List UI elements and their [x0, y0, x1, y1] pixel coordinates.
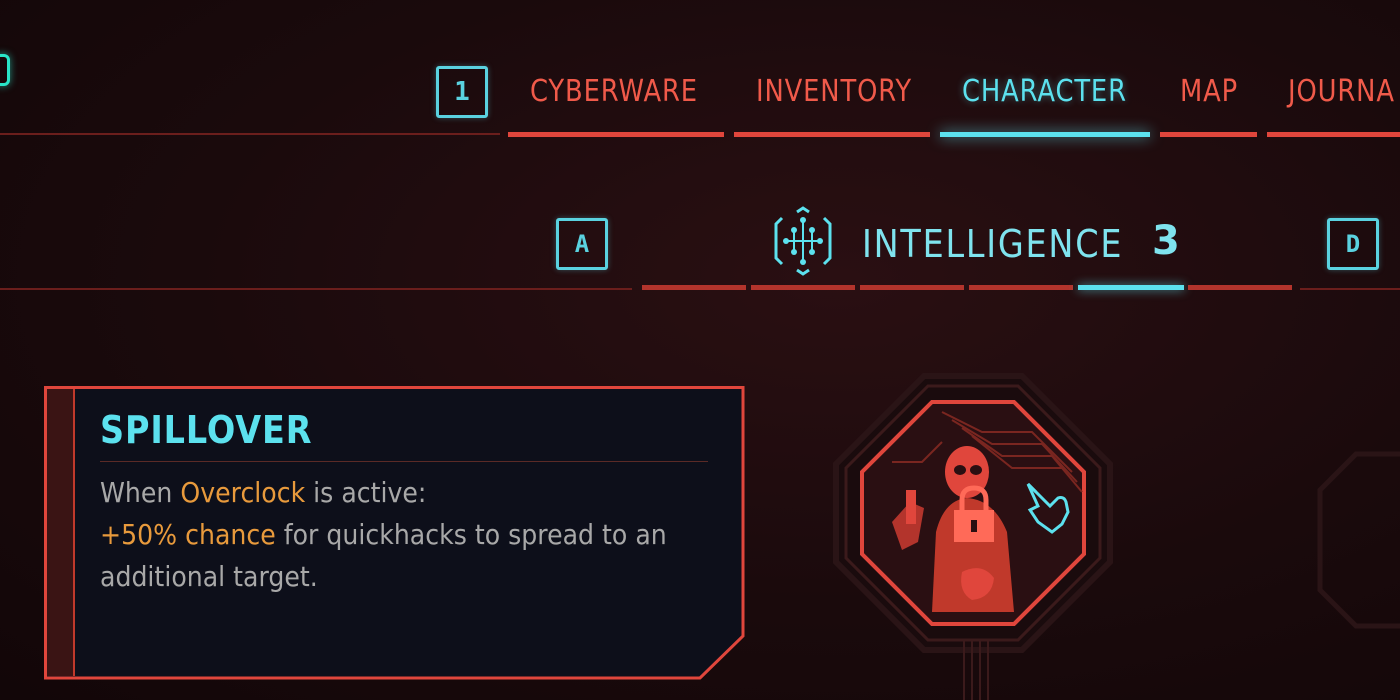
attribute-divider-line-right — [1300, 288, 1400, 290]
perk-desc-text: When — [100, 476, 181, 509]
tab-switch-key[interactable]: 1 — [436, 66, 488, 118]
tab-inventory-underline — [734, 132, 930, 137]
intelligence-circuit-icon — [774, 206, 832, 276]
perk-title: SPILLOVER — [100, 408, 313, 452]
attribute-name: INTELLIGENCE — [862, 222, 1124, 266]
perk-node-spillover[interactable] — [832, 372, 1114, 654]
next-attribute-key[interactable]: D — [1327, 218, 1379, 270]
corner-indicator — [0, 54, 10, 86]
perk-node-connector — [963, 640, 989, 700]
attribute-segment — [860, 285, 964, 290]
tab-cyberware[interactable]: CYBERWARE — [530, 74, 698, 114]
tab-character-underline — [940, 132, 1150, 137]
tab-map-underline — [1160, 132, 1257, 137]
tab-inventory[interactable]: INVENTORY — [756, 74, 912, 114]
tab-character[interactable]: CHARACTER — [962, 74, 1127, 114]
perk-desc-text: for quickhacks to spread to an — [275, 518, 667, 551]
perk-desc-text: is active: — [305, 476, 427, 509]
prev-attribute-key[interactable]: A — [556, 218, 608, 270]
attribute-level: 3 — [1152, 218, 1180, 264]
attribute-divider-line — [0, 288, 632, 290]
perk-node-partial[interactable] — [1316, 450, 1400, 630]
attribute-segment-active — [1078, 285, 1184, 290]
perk-desc-highlight-overclock: Overclock — [180, 476, 306, 509]
perk-description-line-1: When Overclock is active: — [100, 472, 676, 514]
attribute-segment — [1188, 285, 1292, 290]
tab-journal[interactable]: JOURNA — [1288, 74, 1395, 114]
perk-desc-highlight-chance: +50% chance — [100, 518, 276, 551]
perk-description-line-2: +50% chance for quickhacks to spread to … — [100, 514, 676, 556]
attribute-segment — [751, 285, 855, 290]
attribute-segment — [642, 285, 746, 290]
perk-title-divider — [100, 461, 708, 462]
tab-cyberware-underline — [508, 132, 724, 137]
tab-map[interactable]: MAP — [1180, 74, 1238, 114]
attribute-segment — [969, 285, 1073, 290]
tab-journal-underline — [1267, 132, 1400, 137]
perk-description-line-3: additional target. — [100, 560, 318, 593]
perk-description: When Overclock is active: +50% chance fo… — [100, 472, 676, 598]
header-divider-line — [0, 133, 500, 135]
